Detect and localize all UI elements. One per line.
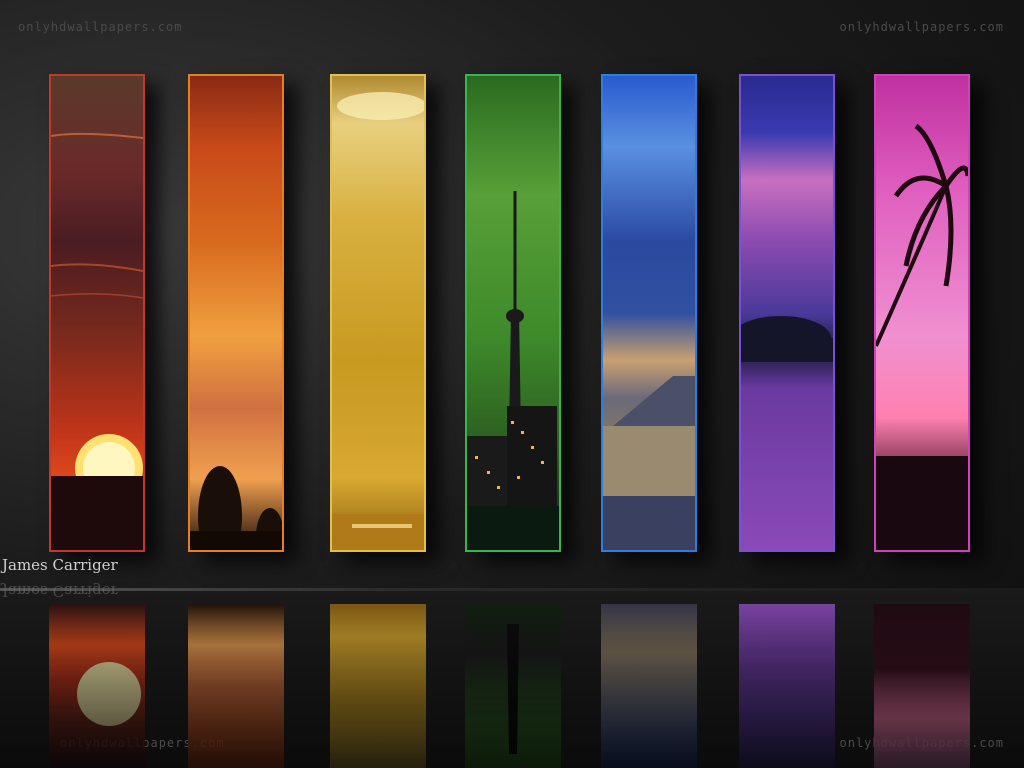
panel-magenta-palm (874, 74, 970, 552)
watermark-top-left: onlyhdwallpapers.com (18, 20, 183, 34)
panel-green-tower (465, 74, 561, 552)
reflection-yellow-sea (330, 604, 426, 768)
watermark-top-right: onlyhdwallpapers.com (839, 20, 1004, 34)
reflection-green-tower (465, 604, 561, 768)
reflection-magenta-palm (874, 604, 970, 768)
panel-red-sunset (49, 74, 145, 552)
reflection-orange-sky (188, 604, 284, 768)
panel-yellow-sea (330, 74, 426, 552)
panel-orange-sky (188, 74, 284, 552)
reflection-blue-shore (601, 604, 697, 768)
reflection-red-sunset (49, 604, 145, 768)
reflection-violet-lake (739, 604, 835, 768)
violet-lake-scene (741, 316, 833, 362)
yellow-sea-scene (332, 92, 424, 550)
artist-credit: James Carriger (2, 556, 118, 574)
city-tower-scene (467, 191, 559, 550)
palm-tree-scene (876, 123, 968, 550)
artist-credit-reflection: James Carriger (2, 582, 118, 600)
orange-sky-scene (190, 466, 282, 550)
panel-violet-lake (739, 74, 835, 552)
panel-blue-shore (601, 74, 697, 552)
blue-shore-scene (603, 376, 695, 550)
red-sunset-scene (51, 132, 143, 550)
floor-highlight (0, 588, 1024, 591)
